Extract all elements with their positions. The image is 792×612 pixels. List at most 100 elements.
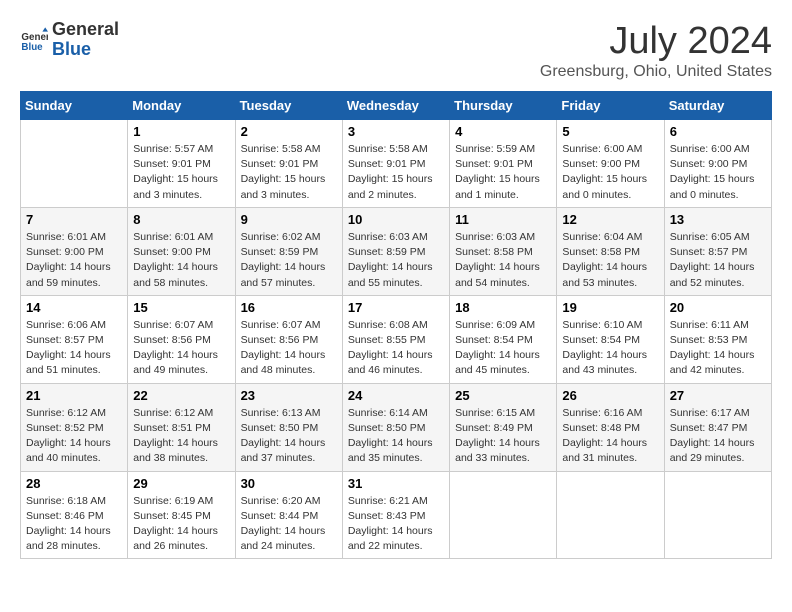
logo-blue: Blue [52,40,119,60]
day-number: 12 [562,212,658,227]
calendar-cell: 31Sunrise: 6:21 AMSunset: 8:43 PMDayligh… [342,471,449,559]
day-number: 23 [241,388,337,403]
calendar-cell [450,471,557,559]
location-title: Greensburg, Ohio, United States [540,63,772,81]
calendar-cell: 26 Sunrise: 6:16 AMSunset: 8:48 PMDayligh… [557,383,664,471]
header-monday: Monday [128,92,235,120]
day-info: Sunrise: 6:20 AMSunset: 8:44 PMDaylight:… [241,494,337,555]
day-number: 3 [348,124,444,139]
calendar-cell: 19 Sunrise: 6:10 AMSunset: 8:54 PMDayligh… [557,295,664,383]
day-info: Sunrise: 6:18 AMSunset: 8:46 PMDaylight:… [26,494,122,555]
day-info: Sunrise: 6:16 AMSunset: 8:48 PMDaylight:… [562,406,658,467]
logo: General Blue General Blue [20,20,119,60]
day-info: Sunrise: 6:11 AMSunset: 8:53 PMDaylight:… [670,318,766,379]
day-number: 5 [562,124,658,139]
calendar-cell: 16 Sunrise: 6:07 AMSunset: 8:56 PMDayligh… [235,295,342,383]
calendar-cell: 3Sunrise: 5:58 AMSunset: 9:01 PMDaylight… [342,120,449,208]
header-friday: Friday [557,92,664,120]
calendar-cell: 1 Sunrise: 5:57 AMSunset: 9:01 PMDaylight… [128,120,235,208]
calendar-cell: 29 Sunrise: 6:19 AMSunset: 8:45 PMDayligh… [128,471,235,559]
day-info: Sunrise: 5:58 AMSunset: 9:01 PMDaylight:… [241,142,337,203]
calendar-cell: 11Sunrise: 6:03 AMSunset: 8:58 PMDayligh… [450,207,557,295]
day-info: Sunrise: 6:01 AMSunset: 9:00 PMDaylight:… [26,230,122,291]
title-area: July 2024 Greensburg, Ohio, United State… [540,20,772,81]
header-tuesday: Tuesday [235,92,342,120]
calendar-cell: 5 Sunrise: 6:00 AMSunset: 9:00 PMDaylight… [557,120,664,208]
day-info: Sunrise: 6:12 AMSunset: 8:52 PMDaylight:… [26,406,122,467]
day-number: 28 [26,476,122,491]
calendar-header-row: SundayMondayTuesdayWednesdayThursdayFrid… [21,92,772,120]
calendar-cell: 23 Sunrise: 6:13 AMSunset: 8:50 PMDayligh… [235,383,342,471]
day-number: 4 [455,124,551,139]
calendar-cell [664,471,771,559]
calendar-cell: 20 Sunrise: 6:11 AMSunset: 8:53 PMDayligh… [664,295,771,383]
day-number: 10 [348,212,444,227]
day-number: 16 [241,300,337,315]
day-number: 29 [133,476,229,491]
header-saturday: Saturday [664,92,771,120]
day-number: 13 [670,212,766,227]
day-info: Sunrise: 6:07 AMSunset: 8:56 PMDaylight:… [241,318,337,379]
calendar-cell: 7Sunrise: 6:01 AMSunset: 9:00 PMDaylight… [21,207,128,295]
logo-icon: General Blue [20,26,48,54]
calendar-cell: 14 Sunrise: 6:06 AMSunset: 8:57 PMDayligh… [21,295,128,383]
day-number: 19 [562,300,658,315]
calendar-cell: 4 Sunrise: 5:59 AMSunset: 9:01 PMDaylight… [450,120,557,208]
calendar-cell: 17Sunrise: 6:08 AMSunset: 8:55 PMDayligh… [342,295,449,383]
day-info: Sunrise: 6:17 AMSunset: 8:47 PMDaylight:… [670,406,766,467]
day-number: 26 [562,388,658,403]
calendar-cell [21,120,128,208]
header-thursday: Thursday [450,92,557,120]
day-info: Sunrise: 6:07 AMSunset: 8:56 PMDaylight:… [133,318,229,379]
calendar-cell: 27 Sunrise: 6:17 AMSunset: 8:47 PMDayligh… [664,383,771,471]
day-number: 24 [348,388,444,403]
header: General Blue General Blue July 2024 Gree… [20,20,772,81]
calendar-cell [557,471,664,559]
day-info: Sunrise: 6:19 AMSunset: 8:45 PMDaylight:… [133,494,229,555]
calendar-cell: 21 Sunrise: 6:12 AMSunset: 8:52 PMDayligh… [21,383,128,471]
day-info: Sunrise: 5:57 AMSunset: 9:01 PMDaylight:… [133,142,229,203]
week-row-2: 14 Sunrise: 6:06 AMSunset: 8:57 PMDayligh… [21,295,772,383]
calendar-cell: 25Sunrise: 6:15 AMSunset: 8:49 PMDayligh… [450,383,557,471]
day-number: 2 [241,124,337,139]
day-info: Sunrise: 6:12 AMSunset: 8:51 PMDaylight:… [133,406,229,467]
month-title: July 2024 [540,20,772,63]
calendar-cell: 2 Sunrise: 5:58 AMSunset: 9:01 PMDaylight… [235,120,342,208]
calendar-cell: 6Sunrise: 6:00 AMSunset: 9:00 PMDaylight… [664,120,771,208]
day-number: 18 [455,300,551,315]
day-number: 20 [670,300,766,315]
day-number: 25 [455,388,551,403]
day-number: 22 [133,388,229,403]
svg-text:Blue: Blue [21,42,43,53]
day-number: 30 [241,476,337,491]
calendar-cell: 28 Sunrise: 6:18 AMSunset: 8:46 PMDayligh… [21,471,128,559]
calendar-cell: 10Sunrise: 6:03 AMSunset: 8:59 PMDayligh… [342,207,449,295]
day-number: 6 [670,124,766,139]
day-info: Sunrise: 6:03 AMSunset: 8:58 PMDaylight:… [455,230,551,291]
day-info: Sunrise: 6:14 AMSunset: 8:50 PMDaylight:… [348,406,444,467]
header-sunday: Sunday [21,92,128,120]
calendar-table: SundayMondayTuesdayWednesdayThursdayFrid… [20,91,772,559]
week-row-0: 1 Sunrise: 5:57 AMSunset: 9:01 PMDaylight… [21,120,772,208]
day-number: 9 [241,212,337,227]
calendar-cell: 18Sunrise: 6:09 AMSunset: 8:54 PMDayligh… [450,295,557,383]
day-number: 1 [133,124,229,139]
logo-general: General [52,20,119,40]
day-info: Sunrise: 5:59 AMSunset: 9:01 PMDaylight:… [455,142,551,203]
day-info: Sunrise: 6:06 AMSunset: 8:57 PMDaylight:… [26,318,122,379]
day-info: Sunrise: 6:10 AMSunset: 8:54 PMDaylight:… [562,318,658,379]
day-number: 14 [26,300,122,315]
week-row-3: 21 Sunrise: 6:12 AMSunset: 8:52 PMDayligh… [21,383,772,471]
day-number: 27 [670,388,766,403]
day-info: Sunrise: 6:04 AMSunset: 8:58 PMDaylight:… [562,230,658,291]
day-info: Sunrise: 6:13 AMSunset: 8:50 PMDaylight:… [241,406,337,467]
calendar-cell: 12 Sunrise: 6:04 AMSunset: 8:58 PMDayligh… [557,207,664,295]
week-row-1: 7Sunrise: 6:01 AMSunset: 9:00 PMDaylight… [21,207,772,295]
calendar-cell: 9Sunrise: 6:02 AMSunset: 8:59 PMDaylight… [235,207,342,295]
day-number: 21 [26,388,122,403]
day-info: Sunrise: 6:00 AMSunset: 9:00 PMDaylight:… [562,142,658,203]
day-number: 17 [348,300,444,315]
day-number: 8 [133,212,229,227]
calendar-cell: 22 Sunrise: 6:12 AMSunset: 8:51 PMDayligh… [128,383,235,471]
day-number: 31 [348,476,444,491]
